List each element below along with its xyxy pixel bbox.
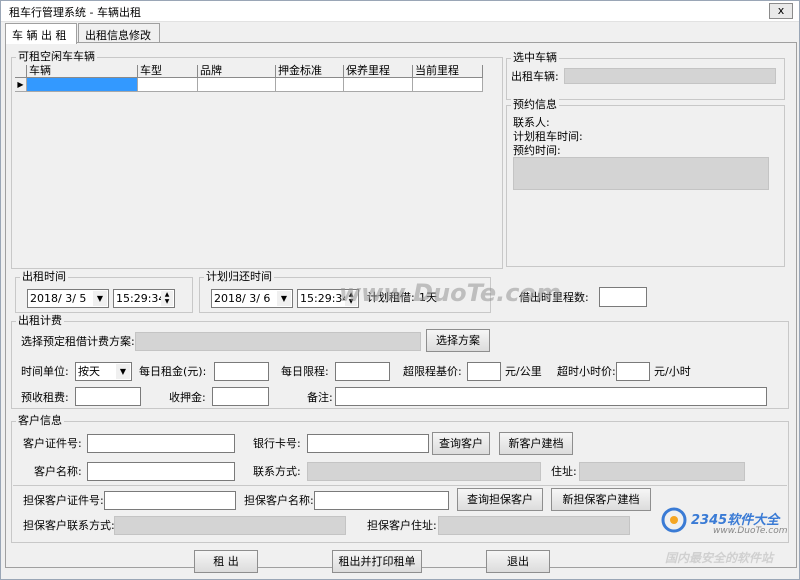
customer-name-label: 客户名称:	[34, 465, 82, 478]
prepay-input[interactable]	[75, 387, 141, 406]
guarantor-contact-field	[114, 516, 346, 535]
daily-limit-input[interactable]	[335, 362, 390, 381]
column-header-model[interactable]: 车型	[138, 65, 198, 78]
brand-sub-watermark: 国内最安全的软件站	[665, 551, 774, 565]
query-guarantor-button[interactable]: 查询担保客户	[457, 488, 543, 511]
return-date-value: 2018/ 3/ 6	[214, 292, 271, 305]
guarantor-contact-label: 担保客户联系方式:	[23, 519, 115, 532]
customer-address-label: 住址:	[551, 465, 577, 478]
return-time-legend: 计划归还时间	[204, 270, 274, 283]
window-title: 租车行管理系统 - 车辆出租	[9, 6, 141, 19]
overtime-input[interactable]	[616, 362, 650, 381]
overtime-label: 超时小时价:	[557, 365, 616, 378]
new-guarantor-button[interactable]: 新担保客户建档	[551, 488, 651, 511]
brand-url-watermark: www.DuoTe.com	[713, 526, 788, 536]
main-window: 租车行管理系统 - 车辆出租 x 车 辆 出 租 出租信息修改 可租空闲车车辆 …	[0, 0, 800, 580]
bank-card-label: 银行卡号:	[253, 437, 301, 450]
grid-cell[interactable]	[413, 78, 483, 92]
overmile-input[interactable]	[467, 362, 501, 381]
guarantor-address-field	[438, 516, 630, 535]
billing-scheme-field	[135, 332, 421, 351]
dropdown-arrow-icon[interactable]: ▼	[277, 291, 291, 306]
selected-vehicle-legend: 选中车辆	[511, 51, 559, 64]
billing-scheme-label: 选择预定租借计费方案:	[21, 335, 135, 348]
time-unit-value: 按天	[78, 365, 100, 378]
reservation-details-box	[513, 157, 769, 190]
close-button[interactable]: x	[769, 3, 793, 19]
guarantor-id-input[interactable]	[104, 491, 236, 510]
duote-watermark: www.DuoTe.com	[339, 279, 561, 307]
prepay-label: 预收租费:	[21, 391, 69, 404]
deposit-label: 收押金:	[169, 391, 206, 404]
dropdown-arrow-icon[interactable]: ▼	[93, 291, 107, 306]
column-header-deposit[interactable]: 押金标准	[276, 65, 344, 78]
customer-name-input[interactable]	[87, 462, 235, 481]
reservation-time-label: 预约时间:	[513, 144, 561, 157]
column-header-vehicle[interactable]: 车辆	[27, 65, 138, 78]
tab-rental-modify[interactable]: 出租信息修改	[78, 23, 160, 43]
customer-id-input[interactable]	[87, 434, 235, 453]
rent-date-value: 2018/ 3/ 5	[30, 292, 87, 305]
row-indicator: ▶	[15, 78, 27, 92]
customer-address-field	[579, 462, 745, 481]
deposit-input[interactable]	[212, 387, 269, 406]
remark-label: 备注:	[307, 391, 333, 404]
column-header-brand[interactable]: 品牌	[198, 65, 276, 78]
grid-cell[interactable]	[344, 78, 413, 92]
query-customer-button[interactable]: 查询客户	[432, 432, 490, 455]
billing-legend: 出租计费	[16, 314, 64, 327]
column-header-maintenance-mileage[interactable]: 保养里程	[344, 65, 413, 78]
guarantor-name-label: 担保客户名称:	[244, 494, 314, 507]
time-unit-select[interactable]: 按天 ▼	[75, 362, 132, 381]
title-bar: 租车行管理系统 - 车辆出租 x	[1, 1, 799, 22]
selected-vehicle-field	[564, 68, 776, 84]
rent-date-picker[interactable]: 2018/ 3/ 5 ▼	[27, 289, 109, 308]
return-date-picker[interactable]: 2018/ 3/ 6 ▼	[211, 289, 293, 308]
column-header-current-mileage[interactable]: 当前里程	[413, 65, 483, 78]
reservation-legend: 预约信息	[511, 98, 559, 111]
daily-limit-label: 每日限程:	[281, 365, 329, 378]
dropdown-arrow-icon[interactable]: ▼	[116, 364, 130, 379]
rent-time-value: 15:29:34	[116, 292, 166, 305]
exit-button[interactable]: 退出	[486, 550, 550, 573]
rent-time-legend: 出租时间	[20, 270, 68, 283]
grid-cell[interactable]	[276, 78, 344, 92]
available-vehicles-legend: 可租空闲车车辆	[16, 50, 97, 63]
time-unit-label: 时间单位:	[21, 365, 69, 378]
customer-id-label: 客户证件号:	[23, 437, 82, 450]
rent-print-button[interactable]: 租出并打印租单	[332, 550, 422, 573]
new-customer-button[interactable]: 新客户建档	[499, 432, 573, 455]
available-vehicles-grid[interactable]: 车辆 车型 品牌 押金标准 保养里程 当前里程 ▶	[15, 65, 483, 92]
customer-contact-label: 联系方式:	[253, 465, 301, 478]
guarantor-address-label: 担保客户住址:	[367, 519, 437, 532]
guarantor-name-input[interactable]	[314, 491, 449, 510]
mileage-input[interactable]	[599, 287, 647, 307]
grid-cell-selected[interactable]	[27, 78, 138, 92]
spinner-arrows-icon[interactable]: ▲ ▼	[161, 291, 173, 306]
remark-input[interactable]	[335, 387, 767, 406]
daily-rent-input[interactable]	[214, 362, 269, 381]
rent-button[interactable]: 租 出	[194, 550, 258, 573]
overmile-label: 超限程基价:	[403, 365, 462, 378]
overtime-unit: 元/小时	[654, 365, 691, 378]
overmile-unit: 元/公里	[505, 365, 542, 378]
customer-divider	[13, 485, 787, 486]
customer-legend: 客户信息	[16, 414, 64, 427]
bank-card-input[interactable]	[307, 434, 429, 453]
rent-time-picker[interactable]: 15:29:34 ▲ ▼	[113, 289, 175, 308]
reservation-plan-time-label: 计划租车时间:	[513, 130, 583, 143]
grid-cell[interactable]	[138, 78, 198, 92]
guarantor-id-label: 担保客户证件号:	[23, 494, 104, 507]
daily-rent-label: 每日租金(元):	[139, 365, 207, 378]
tab-vehicle-rental[interactable]: 车 辆 出 租	[5, 23, 77, 44]
grid-cell[interactable]	[198, 78, 276, 92]
choose-scheme-button[interactable]: 选择方案	[426, 329, 490, 352]
brand-logo-icon	[661, 507, 687, 533]
grid-corner	[15, 65, 27, 78]
selected-vehicle-label: 出租车辆:	[511, 70, 559, 83]
customer-contact-field	[307, 462, 541, 481]
reservation-contact-label: 联系人:	[513, 116, 550, 129]
